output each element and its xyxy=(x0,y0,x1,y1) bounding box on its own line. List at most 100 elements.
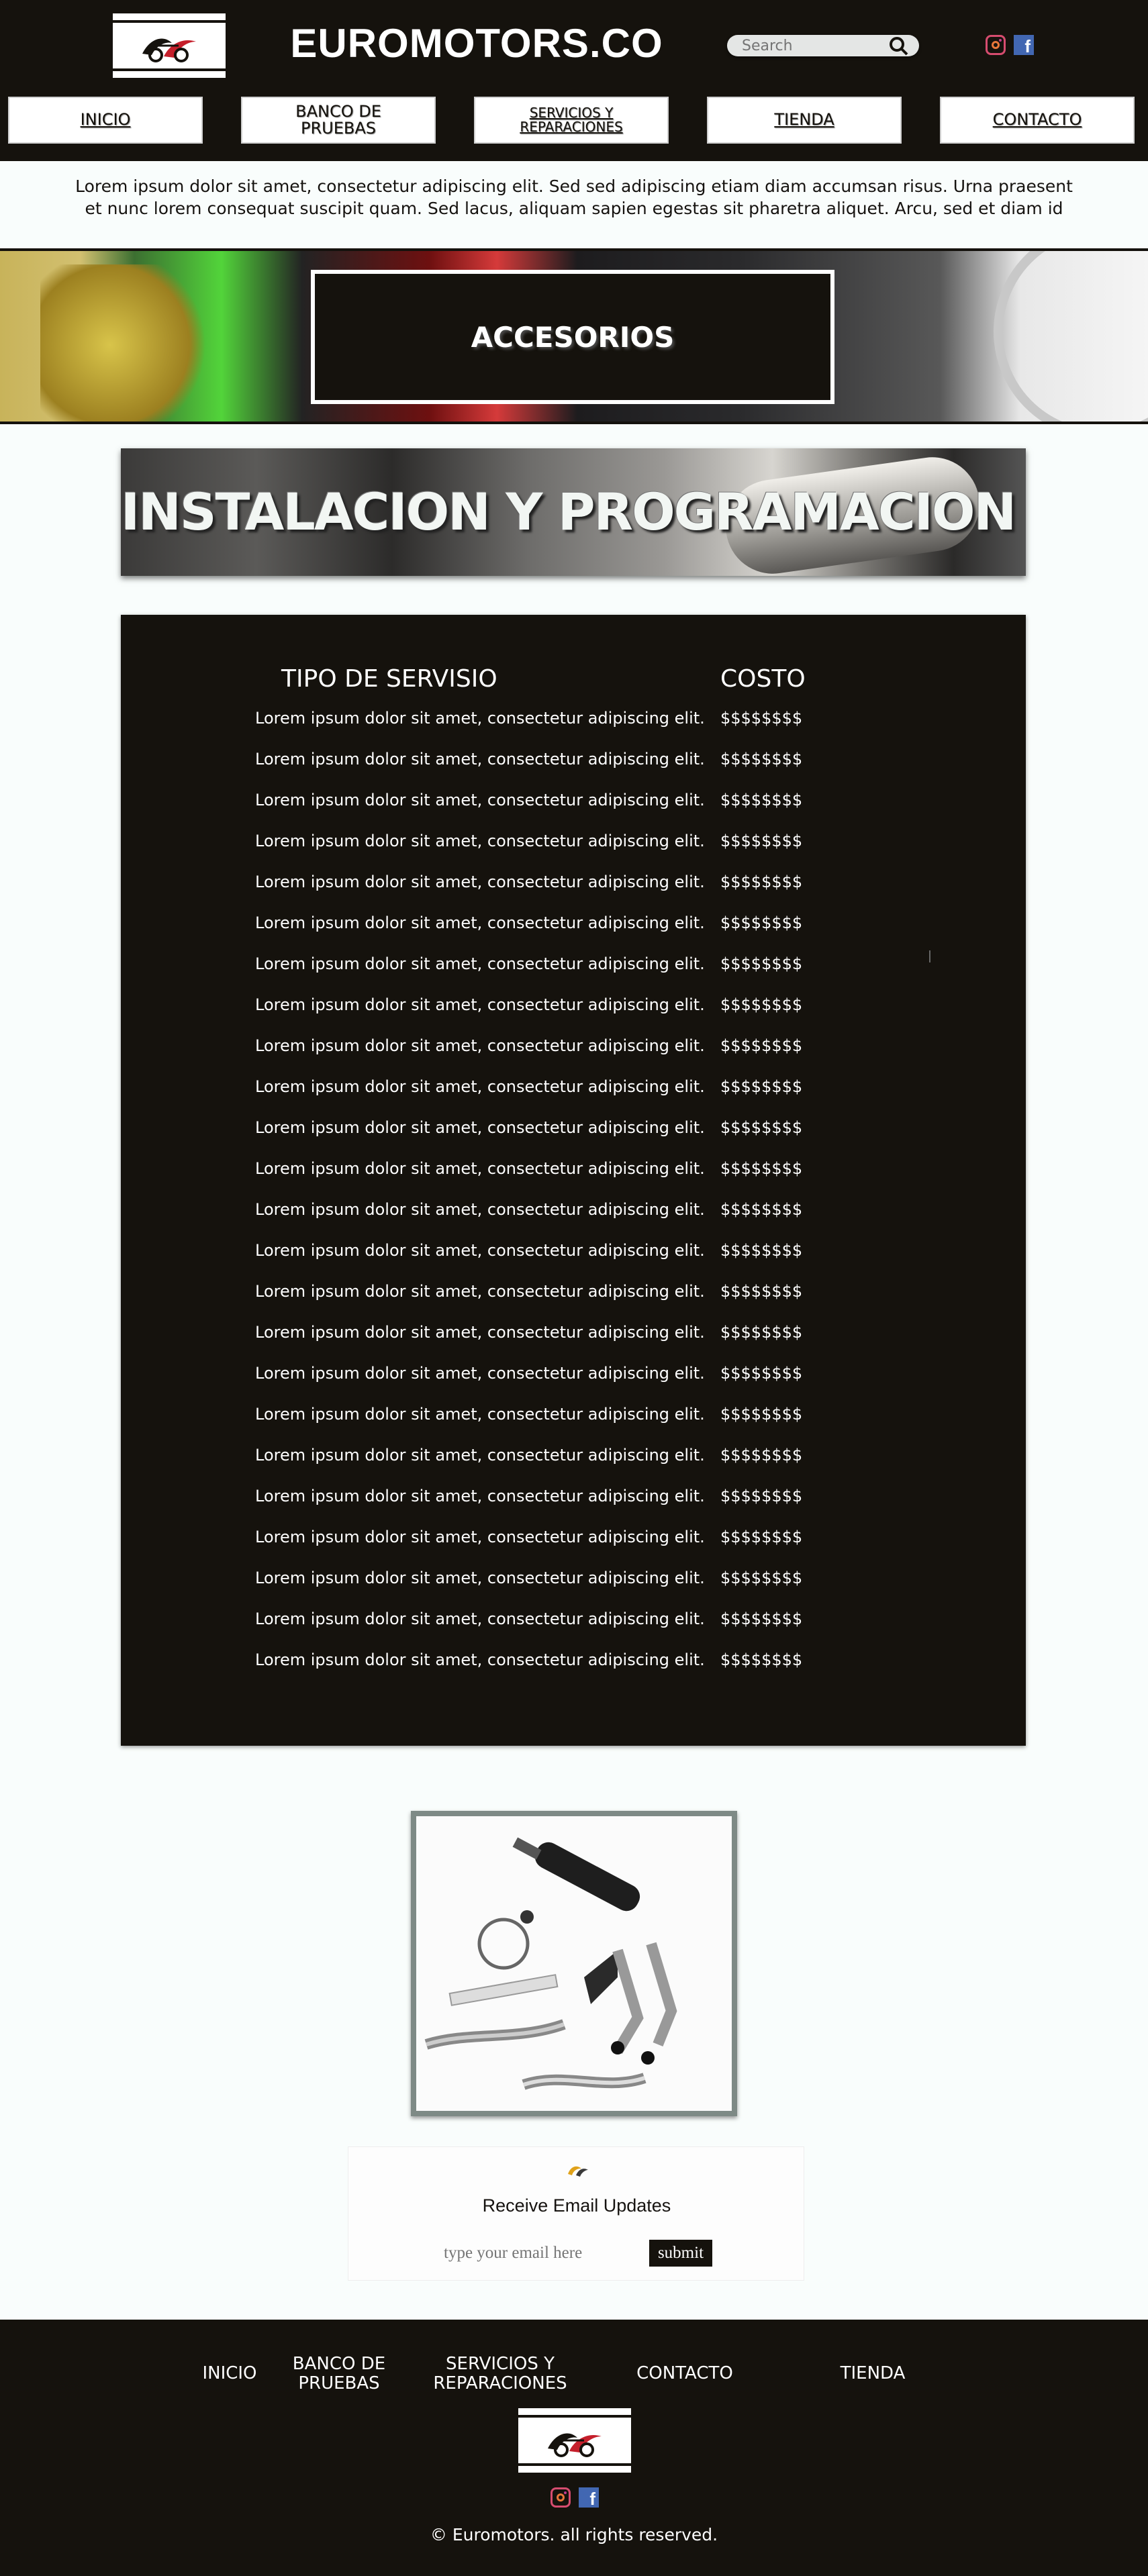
service-description: Lorem ipsum dolor sit amet, consectetur … xyxy=(255,1200,705,1219)
accessories-heading-box: ACCESORIOS xyxy=(311,270,834,404)
service-description: Lorem ipsum dolor sit amet, consectetur … xyxy=(255,709,705,728)
table-row: Lorem ipsum dolor sit amet, consectetur … xyxy=(121,1446,1026,1473)
exhaust-parts-icon xyxy=(424,1837,677,2090)
service-description: Lorem ipsum dolor sit amet, consectetur … xyxy=(255,1077,705,1096)
column-header-service: TIPO DE SERVISIO xyxy=(281,665,497,693)
main-nav: INICIO BANCO DE PRUEBAS SERVICIOS Y REPA… xyxy=(0,97,1148,144)
service-description: Lorem ipsum dolor sit amet, consectetur … xyxy=(255,1323,705,1342)
footer-link-contacto[interactable]: CONTACTO xyxy=(631,2364,738,2383)
nav-inicio[interactable]: INICIO xyxy=(8,97,203,144)
footer-social-links: f xyxy=(551,2487,599,2508)
service-cost: $$$$$$$$ xyxy=(720,1077,803,1096)
service-cost: $$$$$$$$ xyxy=(720,832,803,850)
motorcycle-logo-icon xyxy=(142,38,196,62)
service-description: Lorem ipsum dolor sit amet, consectetur … xyxy=(255,1487,705,1505)
service-cost: $$$$$$$$ xyxy=(720,1241,803,1260)
search-icon[interactable] xyxy=(888,36,908,56)
newsletter-title: Receive Email Updates xyxy=(482,2195,671,2216)
search-input[interactable] xyxy=(742,37,876,54)
service-cost: $$$$$$$$ xyxy=(720,1650,803,1669)
site-footer: INICIO BANCO DE PRUEBAS SERVICIOS Y REPA… xyxy=(0,2320,1148,2576)
facebook-icon[interactable]: f xyxy=(1014,35,1034,55)
service-description: Lorem ipsum dolor sit amet, consectetur … xyxy=(255,995,705,1014)
header-social-links: f xyxy=(986,35,1034,55)
site-title: EUROMOTORS.CO xyxy=(290,21,663,66)
service-description: Lorem ipsum dolor sit amet, consectetur … xyxy=(255,1609,705,1628)
service-cost: $$$$$$$$ xyxy=(720,1446,803,1465)
service-description: Lorem ipsum dolor sit amet, consectetur … xyxy=(255,1159,705,1178)
column-header-cost: COSTO xyxy=(720,665,806,693)
table-row: Lorem ipsum dolor sit amet, consectetur … xyxy=(121,1282,1026,1309)
table-row: Lorem ipsum dolor sit amet, consectetur … xyxy=(121,1200,1026,1227)
service-cost: $$$$$$$$ xyxy=(720,1364,803,1383)
copyright-text: © Euromotors. all rights reserved. xyxy=(430,2525,718,2544)
table-row: Lorem ipsum dolor sit amet, consectetur … xyxy=(121,954,1026,981)
accessories-banner: ACCESORIOS xyxy=(0,248,1148,424)
table-row: Lorem ipsum dolor sit amet, consectetur … xyxy=(121,1159,1026,1186)
table-row: Lorem ipsum dolor sit amet, consectetur … xyxy=(121,1036,1026,1063)
service-cost: $$$$$$$$ xyxy=(720,995,803,1014)
facebook-icon[interactable]: f xyxy=(579,2487,599,2508)
service-cost: $$$$$$$$ xyxy=(720,750,803,769)
submit-button[interactable]: submit xyxy=(649,2240,712,2267)
service-description: Lorem ipsum dolor sit amet, consectetur … xyxy=(255,1405,705,1424)
service-cost: $$$$$$$$ xyxy=(720,791,803,809)
table-row: Lorem ipsum dolor sit amet, consectetur … xyxy=(121,832,1026,858)
service-cost: $$$$$$$$ xyxy=(720,954,803,973)
nav-servicios-reparaciones[interactable]: SERVICIOS Y REPARACIONES xyxy=(474,97,669,144)
service-description: Lorem ipsum dolor sit amet, consectetur … xyxy=(255,1118,705,1137)
service-description: Lorem ipsum dolor sit amet, consectetur … xyxy=(255,873,705,891)
text-caret xyxy=(929,950,930,962)
service-description: Lorem ipsum dolor sit amet, consectetur … xyxy=(255,750,705,769)
table-row: Lorem ipsum dolor sit amet, consectetur … xyxy=(121,1405,1026,1432)
intro-text: Lorem ipsum dolor sit amet, consectetur … xyxy=(75,177,1073,218)
service-description: Lorem ipsum dolor sit amet, consectetur … xyxy=(255,1241,705,1260)
service-description: Lorem ipsum dolor sit amet, consectetur … xyxy=(255,832,705,850)
service-cost: $$$$$$$$ xyxy=(720,1487,803,1505)
service-cost: $$$$$$$$ xyxy=(720,1118,803,1137)
table-row: Lorem ipsum dolor sit amet, consectetur … xyxy=(121,1569,1026,1595)
nav-banco-de-pruebas[interactable]: BANCO DE PRUEBAS xyxy=(241,97,436,144)
service-cost: $$$$$$$$ xyxy=(720,1323,803,1342)
table-row: Lorem ipsum dolor sit amet, consectetur … xyxy=(121,873,1026,899)
service-cost: $$$$$$$$ xyxy=(720,1159,803,1178)
newsletter-signup: Receive Email Updates submit xyxy=(348,2146,804,2281)
footer-logo[interactable] xyxy=(518,2408,631,2473)
service-description: Lorem ipsum dolor sit amet, consectetur … xyxy=(255,913,705,932)
installation-heading: INSTALACION Y PROGRAMACION xyxy=(121,482,1016,542)
table-row: Lorem ipsum dolor sit amet, consectetur … xyxy=(121,1487,1026,1514)
footer-link-servicios-reparaciones[interactable]: SERVICIOS Y REPARACIONES xyxy=(430,2355,571,2393)
service-cost: $$$$$$$$ xyxy=(720,1569,803,1587)
service-cost: $$$$$$$$ xyxy=(720,709,803,728)
search-bar[interactable] xyxy=(727,35,919,56)
service-cost: $$$$$$$$ xyxy=(720,913,803,932)
exhaust-kit-image xyxy=(411,1811,737,2116)
footer-link-banco-de-pruebas[interactable]: BANCO DE PRUEBAS xyxy=(289,2355,389,2393)
instagram-icon[interactable] xyxy=(986,35,1006,55)
table-row: Lorem ipsum dolor sit amet, consectetur … xyxy=(121,1609,1026,1636)
service-description: Lorem ipsum dolor sit amet, consectetur … xyxy=(255,1650,705,1669)
header-logo[interactable] xyxy=(113,13,226,78)
service-description: Lorem ipsum dolor sit amet, consectetur … xyxy=(255,1446,705,1465)
newsletter-logo-icon xyxy=(568,2166,588,2177)
table-row: Lorem ipsum dolor sit amet, consectetur … xyxy=(121,791,1026,818)
nav-tienda[interactable]: TIENDA xyxy=(707,97,902,144)
site-header: EUROMOTORS.CO f INICIO BANCO DE PRUEBAS … xyxy=(0,0,1148,161)
footer-link-tienda[interactable]: TIENDA xyxy=(832,2364,913,2383)
nav-contacto[interactable]: CONTACTO xyxy=(940,97,1135,144)
banner-decoration xyxy=(40,264,215,422)
footer-link-inicio[interactable]: INICIO xyxy=(201,2364,258,2383)
service-description: Lorem ipsum dolor sit amet, consectetur … xyxy=(255,791,705,809)
service-cost: $$$$$$$$ xyxy=(720,1405,803,1424)
service-cost: $$$$$$$$ xyxy=(720,1528,803,1546)
service-description: Lorem ipsum dolor sit amet, consectetur … xyxy=(255,954,705,973)
service-cost: $$$$$$$$ xyxy=(720,1200,803,1219)
table-row: Lorem ipsum dolor sit amet, consectetur … xyxy=(121,709,1026,736)
table-row: Lorem ipsum dolor sit amet, consectetur … xyxy=(121,1364,1026,1391)
service-description: Lorem ipsum dolor sit amet, consectetur … xyxy=(255,1282,705,1301)
table-row: Lorem ipsum dolor sit amet, consectetur … xyxy=(121,1077,1026,1104)
instagram-icon[interactable] xyxy=(551,2487,571,2508)
service-description: Lorem ipsum dolor sit amet, consectetur … xyxy=(255,1364,705,1383)
email-input[interactable] xyxy=(444,2240,618,2267)
service-price-table: TIPO DE SERVISIO COSTO Lorem ipsum dolor… xyxy=(121,615,1026,1746)
